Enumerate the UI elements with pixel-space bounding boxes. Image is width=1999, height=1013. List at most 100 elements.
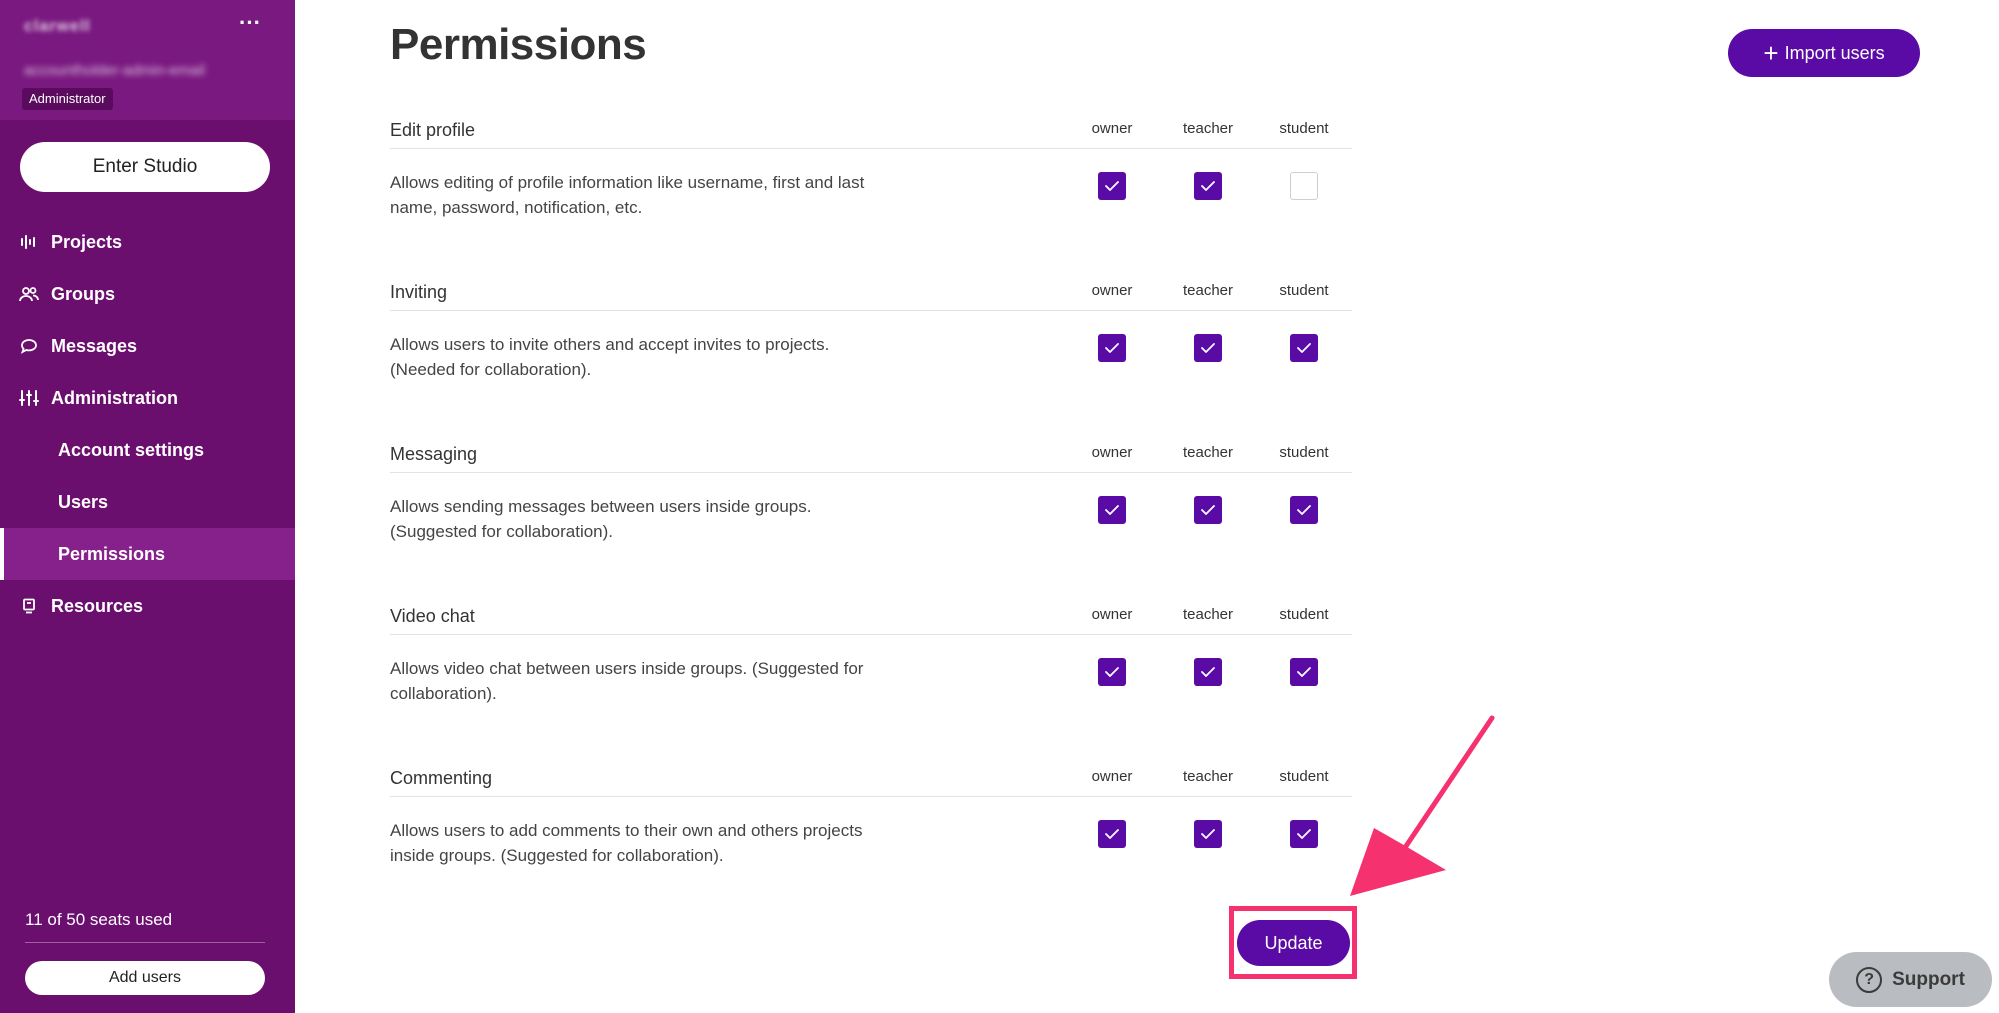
checkbox-teacher[interactable] [1194,820,1222,848]
role-header-student: student [1279,120,1329,137]
permission-section-commenting: Commenting owner teacher student Allows … [390,756,1352,918]
checkbox-student[interactable] [1290,334,1318,362]
section-title: Messaging [390,444,478,464]
annotation-arrow [1350,715,1495,896]
checkbox-owner[interactable] [1098,172,1126,200]
checkbox-teacher[interactable] [1194,172,1222,200]
sidebar-item-permissions[interactable]: Permissions [0,528,295,580]
checkmark-icon [1297,667,1311,677]
permission-section-messaging: Messaging owner teacher student Allows s… [390,432,1352,594]
users-icon [18,286,40,302]
permission-section-video-chat: Video chat owner teacher student Allows … [390,594,1352,756]
role-header-teacher: teacher [1182,768,1234,785]
checkbox-student[interactable] [1290,658,1318,686]
checkbox-student[interactable] [1290,820,1318,848]
checkbox-student[interactable] [1290,172,1318,200]
account-name: clarwell [24,18,91,35]
section-description: Allows video chat between users inside g… [390,659,864,703]
checkmark-icon [1105,667,1119,677]
seats-usage: 11 of 50 seats used [25,910,173,929]
support-button[interactable]: ? Support [1829,952,1992,1007]
checkbox-owner[interactable] [1098,496,1126,524]
checkmark-icon [1297,829,1311,839]
role-header-student: student [1279,444,1329,461]
sidebar-item-administration[interactable]: Administration [0,372,295,424]
sidebar: clarwell ··· accountholder-admin-email A… [0,0,295,1013]
role-header-owner: owner [1091,120,1133,137]
sidebar-item-label: Resources [51,595,144,616]
checkmark-icon [1297,505,1311,515]
support-label: Support [1892,968,1965,990]
checkmark-icon [1105,505,1119,515]
checkbox-student[interactable] [1290,496,1318,524]
enter-studio-button[interactable]: Enter Studio [20,142,270,192]
section-title: Edit profile [390,120,476,140]
user-email: accountholder-admin-email [24,62,205,79]
section-description: Allows users to add comments to their ow… [390,821,863,865]
sliders-icon [18,389,40,407]
divider [390,634,1352,635]
checkmark-icon [1297,343,1311,353]
role-header-student: student [1279,282,1329,299]
chat-bubble-icon [18,338,40,354]
checkmark-icon [1201,829,1215,839]
checkbox-teacher[interactable] [1194,496,1222,524]
checkbox-owner[interactable] [1098,658,1126,686]
sidebar-item-users[interactable]: Users [0,476,295,528]
sidebar-item-projects[interactable]: Projects [0,216,295,268]
permission-section-edit-profile: Edit profile owner teacher student Allow… [390,108,1352,270]
more-options-icon[interactable]: ··· [236,12,264,40]
section-title: Video chat [390,606,475,626]
checkmark-icon [1105,181,1119,191]
section-title: Commenting [390,768,493,788]
checkmark-icon [1201,505,1215,515]
divider [390,796,1352,797]
import-users-button[interactable]: + Import users [1728,29,1920,77]
checkbox-teacher[interactable] [1194,334,1222,362]
add-users-button[interactable]: Add users [25,961,265,995]
sidebar-item-groups[interactable]: Groups [0,268,295,320]
waveform-icon [18,234,40,250]
role-header-teacher: teacher [1182,444,1234,461]
page-title: Permissions [390,20,647,69]
role-header-owner: owner [1091,444,1133,461]
divider [390,310,1352,311]
section-description: Allows editing of profile information li… [390,173,865,217]
sidebar-item-label: Administration [51,387,179,408]
sidebar-item-messages[interactable]: Messages [0,320,295,372]
sidebar-item-label: Projects [51,231,123,252]
divider [390,148,1352,149]
sidebar-item-account-settings[interactable]: Account settings [0,424,295,476]
sidebar-item-label: Messages [51,335,138,356]
section-description: Allows users to invite others and accept… [390,335,830,379]
sidebar-item-label: Groups [51,283,116,304]
section-description: Allows sending messages between users in… [390,497,812,541]
import-users-label: Import users [1784,42,1885,63]
help-icon: ? [1856,966,1883,993]
checkmark-icon [1201,667,1215,677]
role-header-owner: owner [1091,282,1133,299]
section-title: Inviting [390,282,448,302]
divider [390,472,1352,473]
role-header-student: student [1279,768,1329,785]
checkmark-icon [1201,343,1215,353]
checkmark-icon [1105,829,1119,839]
checkmark-icon [1201,181,1215,191]
role-badge: Administrator [22,88,113,110]
role-header-student: student [1279,606,1329,623]
update-button[interactable]: Update [1237,920,1350,966]
role-header-teacher: teacher [1182,282,1234,299]
sidebar-item-resources[interactable]: Resources [0,580,295,632]
role-header-teacher: teacher [1182,120,1234,137]
checkbox-owner[interactable] [1098,820,1126,848]
book-icon [18,598,40,614]
role-header-owner: owner [1091,606,1133,623]
checkbox-teacher[interactable] [1194,658,1222,686]
permission-section-inviting: Inviting owner teacher student Allows us… [390,270,1352,432]
checkmark-icon [1105,343,1119,353]
role-header-teacher: teacher [1182,606,1234,623]
divider [25,942,265,943]
account-header: clarwell ··· accountholder-admin-email A… [0,0,295,120]
plus-icon: + [1763,38,1779,68]
checkbox-owner[interactable] [1098,334,1126,362]
